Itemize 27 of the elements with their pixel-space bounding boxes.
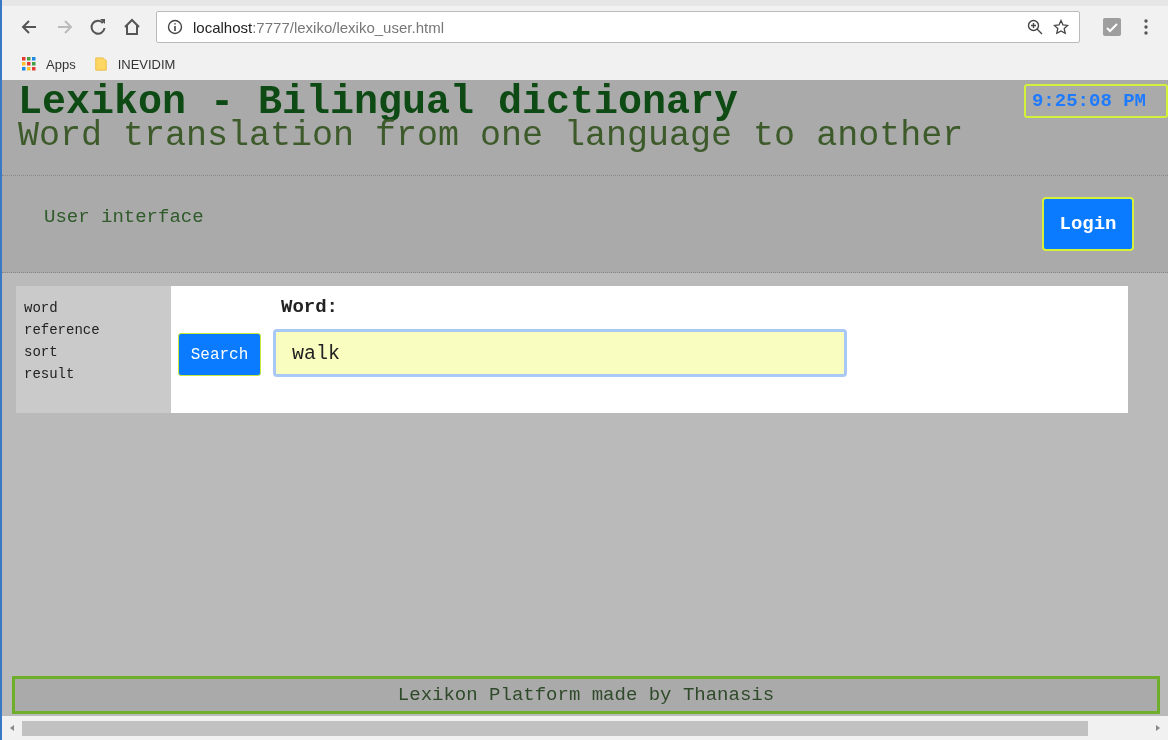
sidebar-link[interactable]: sort: [24, 341, 171, 363]
footer-text: Lexikon Platform made by Thanasis: [397, 684, 775, 706]
bookmark-link[interactable]: Apps: [46, 56, 76, 72]
search-button[interactable]: Search: [178, 333, 261, 376]
word-label: Word:: [281, 296, 339, 318]
sidebar-link[interactable]: reference: [24, 319, 171, 341]
scroll-right-icon[interactable]: [1154, 724, 1162, 732]
bookmark-link[interactable]: INEVIDIM: [117, 56, 176, 72]
star-icon[interactable]: [1053, 19, 1069, 35]
info-icon[interactable]: [167, 19, 183, 35]
reload-icon[interactable]: [88, 17, 108, 37]
apps-grid-icon[interactable]: [22, 57, 36, 71]
page-subtitle: Word translation from one language to another: [18, 120, 964, 152]
horizontal-scrollbar[interactable]: [2, 716, 1168, 740]
url-host: localhost: [193, 18, 253, 36]
url-path: :7777/lexiko/lexiko_user.html: [252, 18, 444, 36]
word-input[interactable]: walk: [273, 329, 847, 377]
extension-icon[interactable]: [1102, 17, 1122, 37]
home-icon[interactable]: [122, 17, 142, 37]
login-button[interactable]: Login: [1042, 197, 1134, 251]
zoom-icon[interactable]: [1027, 19, 1043, 35]
clock: 9:25:08 PM: [1023, 84, 1168, 118]
nav-label: User interface: [44, 206, 204, 228]
scroll-left-icon[interactable]: [8, 724, 16, 732]
sidebar-link[interactable]: result: [24, 363, 171, 385]
sidebar-link[interactable]: word: [24, 297, 171, 319]
address-bar[interactable]: localhost:7777/lexiko/lexiko_user.html: [156, 11, 1080, 43]
